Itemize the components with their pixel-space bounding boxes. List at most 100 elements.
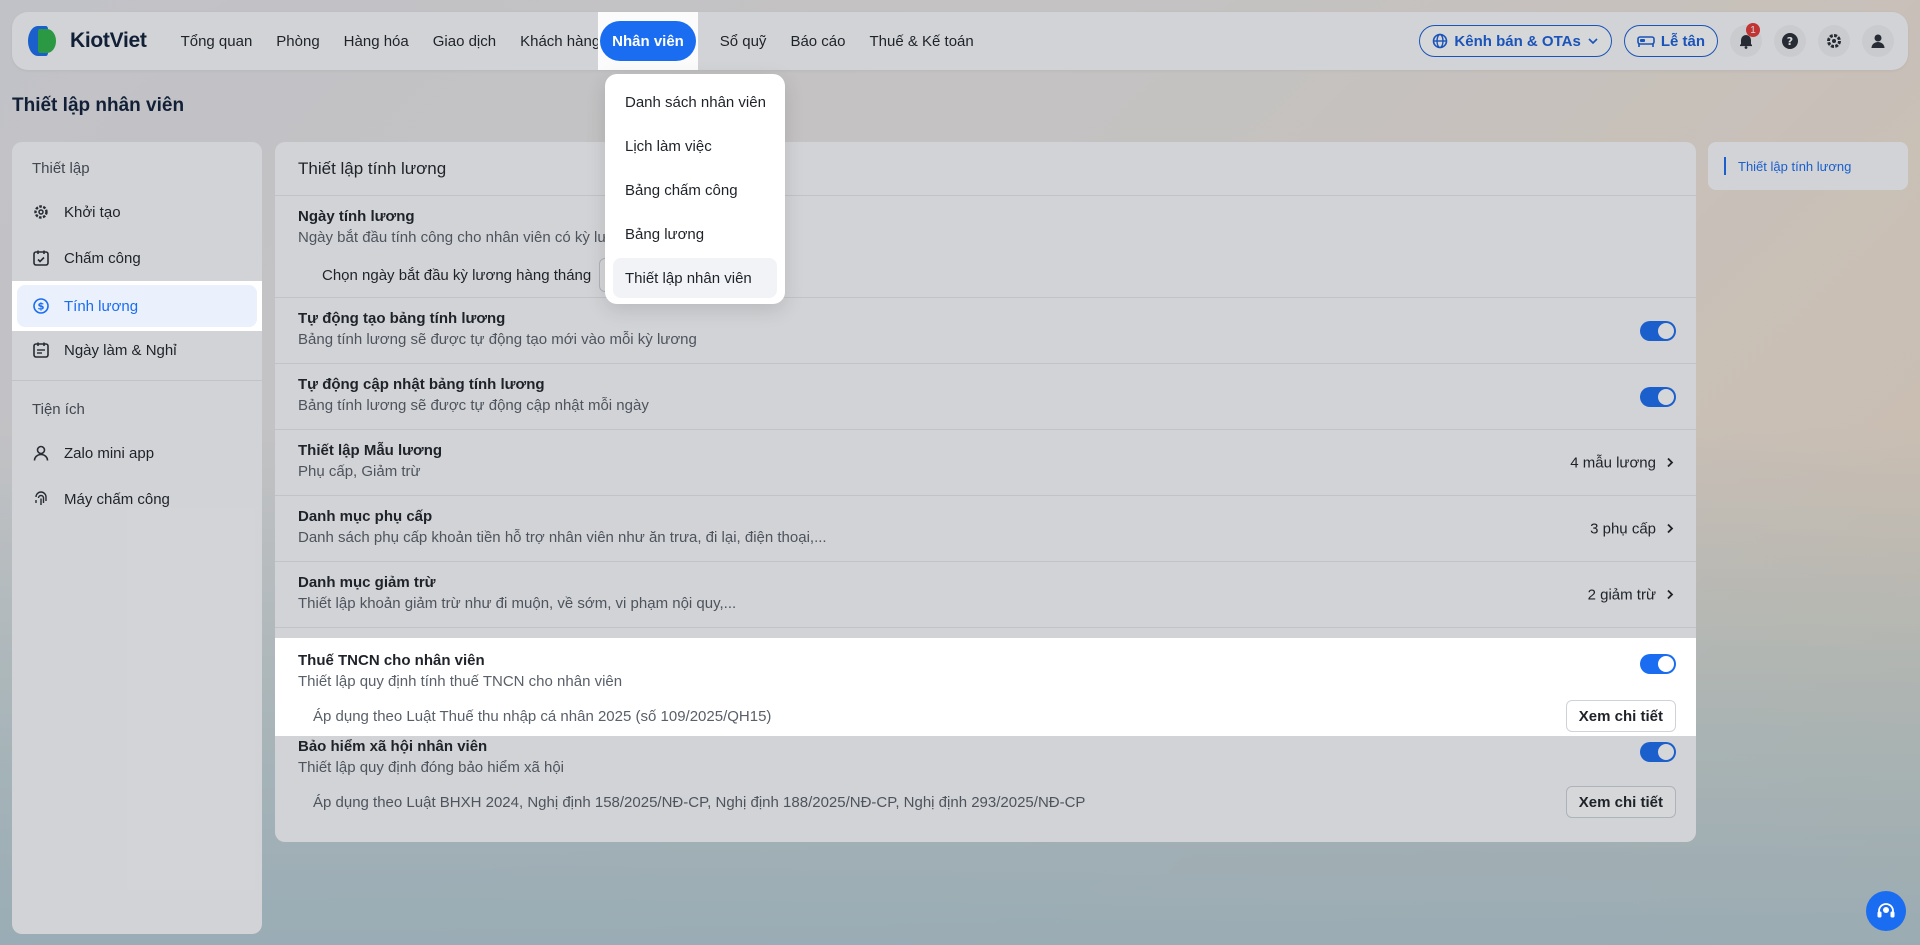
- fingerprint-icon: [35, 491, 47, 505]
- settings-button[interactable]: [1818, 25, 1850, 57]
- top-navbar: KiotViet Tổng quan Phòng Hàng hóa Giao d…: [12, 12, 1908, 70]
- svg-text:$: $: [38, 302, 45, 313]
- nav-khach-hang[interactable]: Khách hàng: [508, 21, 612, 61]
- sidebar-item-label: Zalo mini app: [64, 444, 155, 462]
- dropdown-item-timesheet[interactable]: Bảng chấm công: [613, 170, 777, 210]
- dropdown-item-staff-list[interactable]: Danh sách nhân viên: [613, 82, 777, 122]
- tncn-toggle[interactable]: [1640, 654, 1676, 674]
- pay-day-title: Ngày tính lương: [298, 208, 415, 225]
- bhxh-detail-button[interactable]: Xem chi tiết: [1565, 786, 1676, 818]
- tncn-detail-button[interactable]: Xem chi tiết: [1565, 700, 1676, 732]
- bhxh-note: Áp dụng theo Luật BHXH 2024, Nghị định 1…: [313, 793, 1086, 811]
- notification-badge: 1: [1746, 23, 1760, 37]
- section-title: Thiết lập tính lương: [275, 142, 1696, 196]
- support-chat-button[interactable]: [1866, 891, 1906, 931]
- allowance-count: 3 phụ cấp: [1590, 520, 1656, 537]
- deduction-count: 2 giảm trừ: [1587, 586, 1656, 603]
- tncn-desc: Thiết lập quy định tính thuế TNCN cho nh…: [298, 673, 623, 690]
- auto-update-toggle[interactable]: [1640, 386, 1676, 407]
- pay-day-select-label: Chọn ngày bắt đầu kỳ lương hàng tháng: [322, 266, 592, 284]
- auto-update-desc: Bảng tính lương sẽ được tự động cập nhật…: [298, 397, 649, 414]
- svg-text:?: ?: [1787, 35, 1793, 48]
- bhxh-row: Bảo hiểm xã hội nhân viên Thiết lập quy …: [275, 726, 1696, 834]
- nav-bao-cao[interactable]: Báo cáo: [778, 21, 857, 61]
- tncn-toggle-wrap: [1640, 654, 1676, 674]
- allowance-row[interactable]: Danh mục phụ cấp Danh sách phụ cấp khoản…: [275, 496, 1696, 562]
- help-icon: ?: [1782, 33, 1798, 49]
- auto-create-row: Tự động tạo bảng tính lương Bảng tính lư…: [275, 298, 1696, 364]
- deduction-title: Danh mục giảm trừ: [298, 574, 436, 591]
- auto-update-title: Tự động cập nhật bảng tính lương: [298, 376, 545, 393]
- sidebar-item-tinh-luong[interactable]: $ Tính lương: [17, 285, 257, 327]
- pay-day-row: Ngày tính lương Ngày bắt đầu tính công c…: [275, 196, 1696, 298]
- auto-create-title: Tự động tạo bảng tính lương: [298, 310, 506, 327]
- bhxh-toggle-wrap: [1640, 742, 1676, 762]
- tncn-note: Áp dụng theo Luật Thuế thu nhập cá nhân …: [313, 707, 772, 725]
- nav-tong-quan[interactable]: Tổng quan: [169, 21, 265, 61]
- kiotviet-logo-icon: [26, 24, 60, 58]
- dropdown-item-payroll[interactable]: Bảng lương: [613, 214, 777, 254]
- sidebar-item-label: Tính lương: [64, 297, 139, 315]
- sidebar-highlight: $ Tính lương: [12, 281, 262, 331]
- account-button[interactable]: [1862, 25, 1894, 57]
- sidebar-heading-setup: Thiết lập: [32, 160, 90, 177]
- bhxh-desc: Thiết lập quy định đóng bảo hiểm xã hội: [298, 759, 565, 776]
- allowance-title: Danh mục phụ cấp: [298, 508, 433, 525]
- reception-button[interactable]: Lễ tân: [1623, 25, 1718, 57]
- channel-button[interactable]: Kênh bán & OTAs: [1419, 25, 1612, 57]
- tncn-title: Thuế TNCN cho nhân viên: [298, 652, 485, 669]
- auto-create-toggle[interactable]: [1640, 320, 1676, 341]
- notification-button[interactable]: 1: [1730, 23, 1762, 57]
- deduction-desc: Thiết lập khoản giảm trừ như đi muộn, về…: [298, 595, 737, 612]
- chevron-right-icon: [1667, 589, 1674, 600]
- chevron-right-icon: [1667, 457, 1674, 468]
- chevron-down-icon: [1588, 38, 1598, 45]
- nav-giao-dich[interactable]: Giao dịch: [421, 21, 508, 61]
- dropdown-item-staff-settings[interactable]: Thiết lập nhân viên: [613, 258, 777, 298]
- dropdown-item-work-schedule[interactable]: Lịch làm việc: [613, 126, 777, 166]
- page-title: Thiết lập nhân viên: [12, 95, 185, 116]
- calendar-icon: [33, 342, 49, 358]
- gear-icon: [34, 205, 48, 219]
- sidebar-item-may-cham-cong[interactable]: Máy chấm công: [12, 477, 262, 521]
- auto-update-row: Tự động cập nhật bảng tính lương Bảng tí…: [275, 364, 1696, 430]
- sidebar-item-label: Khởi tạo: [64, 203, 121, 221]
- bhxh-title: Bảo hiểm xã hội nhân viên: [298, 738, 488, 755]
- anchor-panel: Thiết lập tính lương: [1708, 142, 1908, 190]
- sidebar-item-zalo-mini-app[interactable]: Zalo mini app: [12, 431, 262, 475]
- sidebar-item-label: Chấm công: [64, 249, 141, 267]
- sidebar-heading-utils: Tiện ích: [32, 401, 85, 418]
- sidebar-item-label: Máy chấm công: [64, 490, 170, 508]
- anchor-link-payroll[interactable]: Thiết lập tính lương: [1724, 157, 1851, 175]
- nav-hang-hoa[interactable]: Hàng hóa: [332, 21, 421, 61]
- pay-day-select-line: Chọn ngày bắt đầu kỳ lương hàng tháng: [298, 258, 1678, 292]
- calendar-check-icon: [33, 250, 49, 266]
- auto-create-desc: Bảng tính lương sẽ được tự động tạo mới …: [298, 331, 697, 348]
- payroll-settings-panel: Thiết lập tính lương Ngày tính lương Ngà…: [275, 142, 1696, 842]
- nav-nhan-vien[interactable]: Nhân viên: [600, 21, 696, 61]
- sidebar-item-cham-cong[interactable]: Chấm công: [12, 236, 262, 280]
- sidebar-item-label: Ngày làm & Nghỉ: [64, 341, 177, 359]
- bed-icon: [1637, 36, 1655, 47]
- salary-template-title: Thiết lập Mẫu lương: [298, 442, 443, 459]
- sidebar-divider: [12, 380, 262, 381]
- salary-template-count: 4 mẫu lương: [1570, 454, 1656, 471]
- user-outline-icon: [33, 445, 49, 461]
- logo[interactable]: KiotViet: [26, 24, 147, 58]
- help-button[interactable]: ?: [1774, 25, 1806, 57]
- chevron-right-icon: [1667, 523, 1674, 534]
- gear-icon: [1827, 34, 1841, 48]
- nav-thue-ke-toan[interactable]: Thuế & Kế toán: [857, 21, 985, 61]
- deduction-row[interactable]: Danh mục giảm trừ Thiết lập khoản giảm t…: [275, 562, 1696, 628]
- settings-sidebar: Thiết lập Khởi tạo Chấm công . Ngày làm …: [12, 142, 262, 934]
- bhxh-toggle[interactable]: [1640, 742, 1676, 762]
- user-icon: [1871, 34, 1885, 48]
- nav-so-quy[interactable]: Sổ quỹ: [708, 21, 779, 61]
- nav-phong[interactable]: Phòng: [264, 21, 331, 61]
- pay-day-desc: Ngày bắt đầu tính công cho nhân viên có …: [298, 229, 608, 246]
- salary-template-row[interactable]: Thiết lập Mẫu lương Phụ cấp, Giảm trừ 4 …: [275, 430, 1696, 496]
- tncn-row: Thuế TNCN cho nhân viên Thiết lập quy đị…: [275, 638, 1696, 736]
- sidebar-item-ngay-lam-nghi[interactable]: Ngày làm & Nghỉ: [12, 328, 262, 372]
- allowance-desc: Danh sách phụ cấp khoản tiền hỗ trợ nhân…: [298, 529, 827, 546]
- sidebar-item-khoi-tao[interactable]: Khởi tạo: [12, 190, 262, 234]
